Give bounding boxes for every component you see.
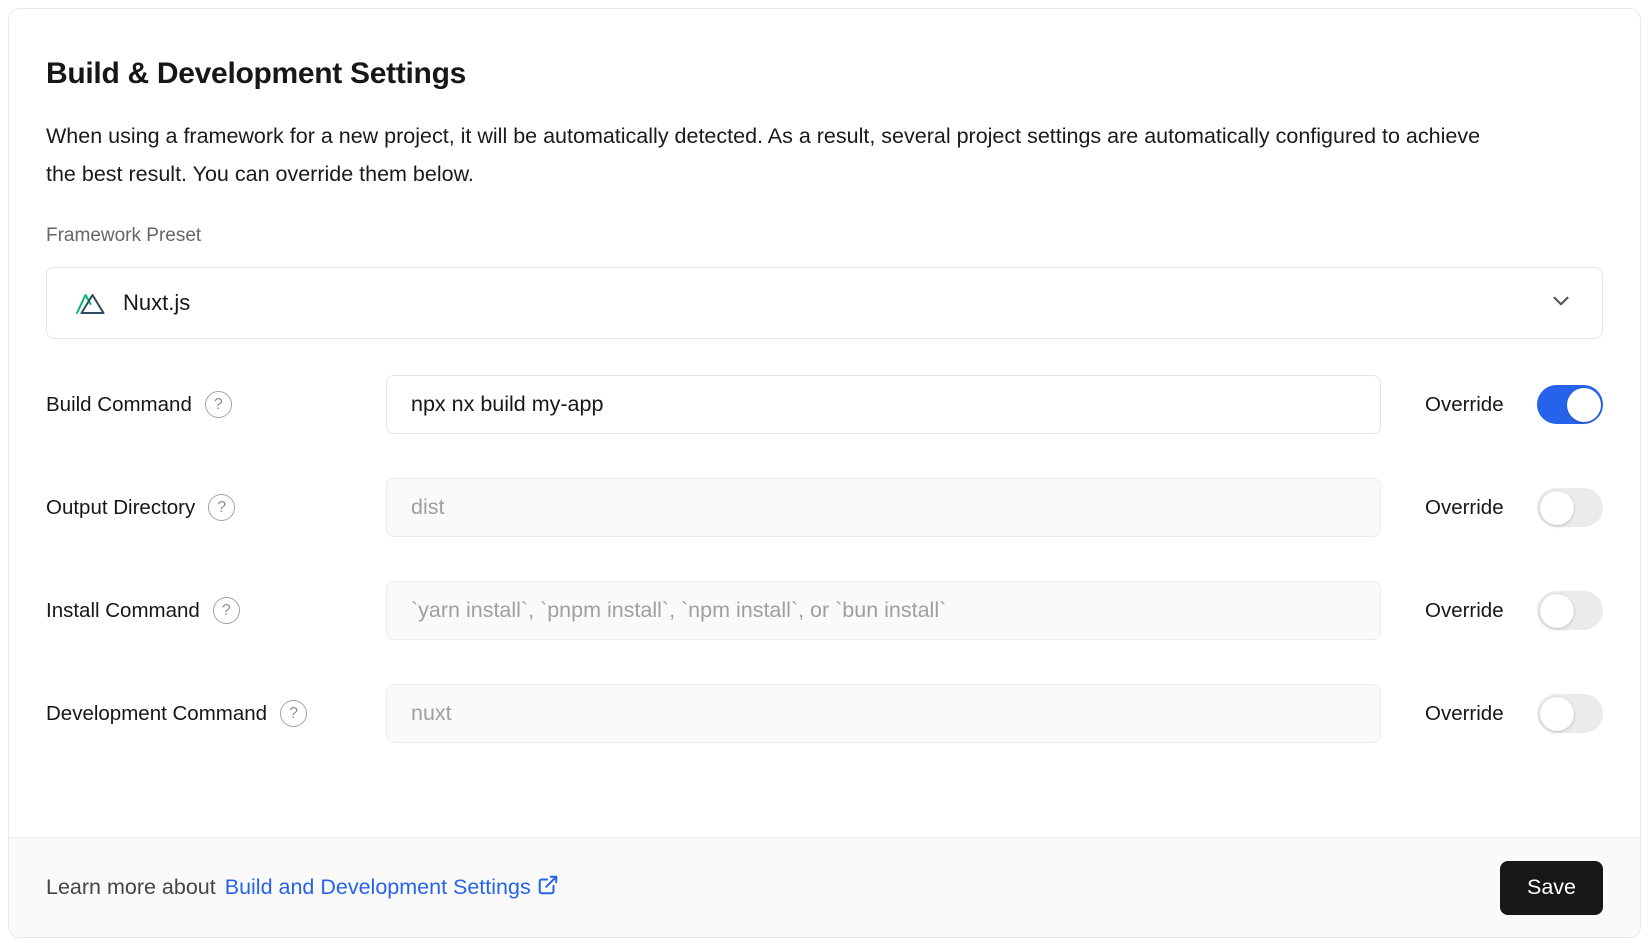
output-directory-label: Output Directory: [46, 496, 195, 520]
install-command-label: Install Command: [46, 599, 200, 623]
save-button[interactable]: Save: [1500, 861, 1603, 915]
card-footer: Learn more about Build and Development S…: [9, 837, 1640, 937]
help-circle-icon[interactable]: ?: [213, 597, 240, 624]
development-command-row: Development Command ? Override: [46, 684, 1603, 743]
build-command-override-toggle[interactable]: [1537, 385, 1603, 424]
toggle-knob: [1540, 594, 1574, 628]
framework-preset-label: Framework Preset: [46, 225, 1603, 247]
toggle-knob: [1540, 697, 1574, 731]
override-label: Override: [1425, 393, 1517, 417]
development-command-label: Development Command: [46, 702, 267, 726]
nuxt-logo-icon: [75, 290, 109, 316]
help-circle-icon[interactable]: ?: [208, 494, 235, 521]
install-command-input[interactable]: [386, 581, 1381, 640]
chevron-down-icon: [1548, 288, 1574, 319]
override-label: Override: [1425, 599, 1517, 623]
docs-link-label: Build and Development Settings: [225, 875, 531, 900]
external-link-icon: [537, 874, 559, 902]
output-directory-row: Output Directory ? Override: [46, 478, 1603, 537]
framework-preset-select[interactable]: Nuxt.js: [46, 267, 1603, 339]
override-label: Override: [1425, 702, 1517, 726]
output-directory-override-toggle[interactable]: [1537, 488, 1603, 527]
learn-more-text: Learn more about: [46, 875, 216, 900]
development-command-input[interactable]: [386, 684, 1381, 743]
page-title: Build & Development Settings: [46, 57, 1603, 91]
build-command-label: Build Command: [46, 393, 192, 417]
build-settings-docs-link[interactable]: Build and Development Settings: [225, 874, 559, 902]
section-description: When using a framework for a new project…: [46, 117, 1501, 193]
build-command-input[interactable]: [386, 375, 1381, 434]
help-circle-icon[interactable]: ?: [205, 391, 232, 418]
toggle-knob: [1567, 388, 1601, 422]
toggle-knob: [1540, 491, 1574, 525]
output-directory-input[interactable]: [386, 478, 1381, 537]
build-settings-card: Build & Development Settings When using …: [8, 8, 1641, 938]
install-command-row: Install Command ? Override: [46, 581, 1603, 640]
framework-preset-value: Nuxt.js: [123, 290, 190, 316]
override-label: Override: [1425, 496, 1517, 520]
development-command-override-toggle[interactable]: [1537, 694, 1603, 733]
help-circle-icon[interactable]: ?: [280, 700, 307, 727]
install-command-override-toggle[interactable]: [1537, 591, 1603, 630]
build-command-row: Build Command ? Override: [46, 375, 1603, 434]
